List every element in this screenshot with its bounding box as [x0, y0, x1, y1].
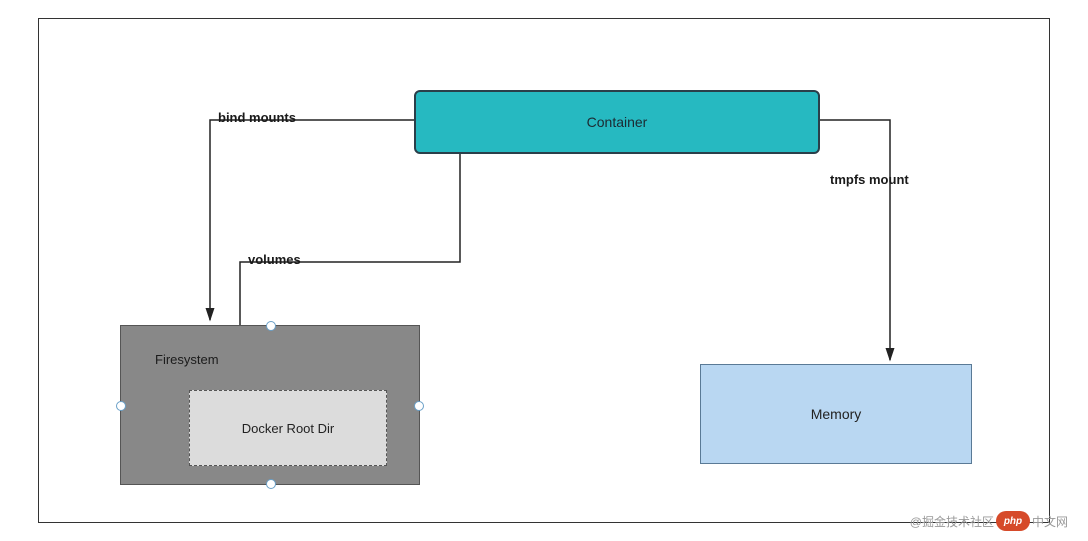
- edge-label-bind-mounts: bind mounts: [218, 110, 296, 125]
- filesystem-label: Firesystem: [155, 352, 219, 367]
- php-badge-icon: php: [996, 511, 1030, 531]
- resize-handle-right[interactable]: [414, 401, 424, 411]
- filesystem-node[interactable]: Firesystem Docker Root Dir: [120, 325, 420, 485]
- memory-node: Memory: [700, 364, 972, 464]
- docker-root-dir-label: Docker Root Dir: [242, 421, 334, 436]
- edge-label-volumes: volumes: [248, 252, 301, 267]
- memory-label: Memory: [811, 406, 862, 422]
- watermark-prefix: @掘金技术社区: [910, 513, 994, 530]
- watermark-suffix: 中文网: [1032, 513, 1068, 530]
- resize-handle-left[interactable]: [116, 401, 126, 411]
- resize-handle-bottom[interactable]: [266, 479, 276, 489]
- edge-label-tmpfs: tmpfs mount: [830, 172, 909, 187]
- docker-root-dir-node: Docker Root Dir: [189, 390, 387, 466]
- container-label: Container: [587, 114, 648, 130]
- resize-handle-top[interactable]: [266, 321, 276, 331]
- container-node: Container: [414, 90, 820, 154]
- watermark: @掘金技术社区 php 中文网: [910, 511, 1068, 531]
